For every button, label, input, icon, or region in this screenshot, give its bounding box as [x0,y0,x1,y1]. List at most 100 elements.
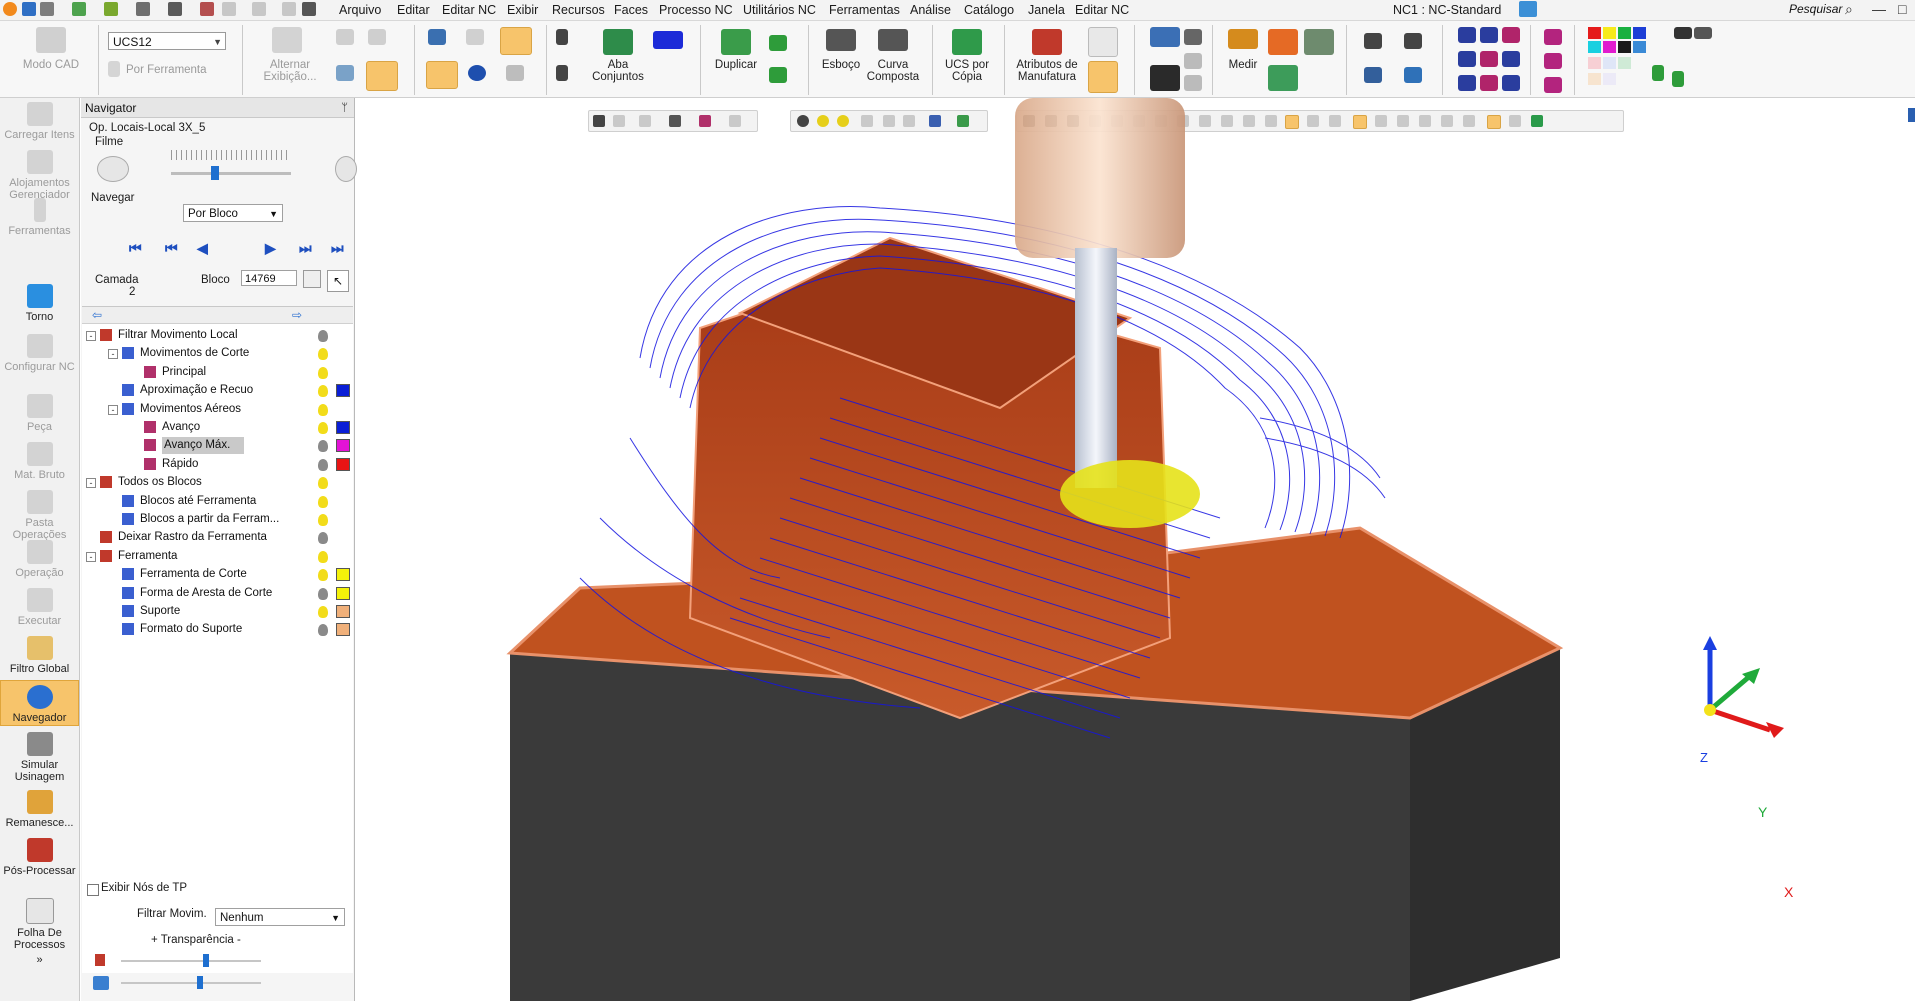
surface-green-2-icon[interactable] [769,67,787,83]
modo-cad-button[interactable]: Modo CAD [18,59,84,71]
tree-row[interactable]: Blocos a partir da Ferram... [82,511,353,528]
bulb-on-icon[interactable] [318,550,328,563]
modo-cad-icon[interactable] [36,27,66,53]
app-icon[interactable] [3,2,17,16]
grid-4-icon[interactable] [1458,51,1476,67]
zoom-2-icon[interactable] [1404,33,1422,49]
menu-analise[interactable]: Análise [910,3,951,17]
pasta-operacoes-button[interactable]: Pasta Operações [0,490,79,541]
zoom-3-icon[interactable] [1364,67,1382,83]
menu-recursos[interactable]: Recursos [552,3,605,17]
navegar-select[interactable]: Por Bloco ▼ [183,204,283,222]
layout-icon[interactable] [302,2,316,16]
grid-3-icon[interactable] [1502,27,1520,43]
last-block-icon[interactable]: ⏭ [331,240,344,257]
paint-icon[interactable] [1672,71,1684,87]
tool-active-icon[interactable] [1088,61,1118,93]
navegador-button[interactable]: Navegador [0,680,79,726]
text-a-icon[interactable] [1150,65,1180,91]
operacao-button[interactable]: Operação [0,540,79,580]
face-2-icon[interactable] [1268,65,1298,91]
graphics-viewport[interactable]: X Y Z [360,98,1915,1001]
tree-row[interactable]: - Movimentos Aéreos [82,401,353,418]
bulb-on-icon[interactable] [318,403,328,416]
bulb-off-icon[interactable] [318,532,328,545]
transparency-slider-2-track[interactable] [121,982,261,984]
film-stop-icon[interactable] [335,156,357,182]
color-swatch[interactable] [336,457,350,471]
ruler-icon[interactable] [1150,27,1180,47]
bulb-on-icon[interactable] [318,422,328,434]
undo-icon[interactable] [222,2,236,16]
maximize-button[interactable]: □ [1898,1,1906,17]
bulb-on-icon[interactable] [318,495,328,508]
minimize-button[interactable]: — [1872,1,1886,17]
menu-editar[interactable]: Editar [397,3,430,17]
menu-arquivo[interactable]: Arquivo [339,3,381,17]
tree-row[interactable]: Forma de Aresta de Corte [82,585,353,602]
executar-button[interactable]: Executar [0,588,79,628]
wave-icon[interactable] [653,31,683,49]
tree-row[interactable]: Blocos até Ferramenta [82,493,353,510]
search-label[interactable]: Pesquisar [1789,2,1842,16]
first-block-icon[interactable]: ⏮ [129,240,142,257]
filtro-global-button[interactable]: Filtro Global [0,636,79,676]
face-icon[interactable] [1304,29,1334,55]
color-swatch[interactable] [336,586,350,600]
grid-9-icon[interactable] [1502,75,1520,91]
menu-exibir[interactable]: Exibir [507,3,538,17]
grid-5-icon[interactable] [1480,51,1498,67]
surface-green-icon[interactable] [769,35,787,51]
menu-editar-nc-2[interactable]: Editar NC [1075,3,1129,17]
transparency-slider-2-thumb[interactable] [197,976,203,989]
exibir-nos-checkbox[interactable] [87,884,99,896]
menu-ferramentas[interactable]: Ferramentas [829,3,900,17]
color-swatch[interactable] [336,623,350,637]
list-icon[interactable] [428,29,446,45]
menu-editar-nc[interactable]: Editar NC [442,3,496,17]
grid-1-icon[interactable] [1458,27,1476,43]
bulb-off-icon[interactable] [318,624,328,637]
duplicar-icon[interactable] [721,29,751,55]
aba-conjuntos-icon[interactable] [603,29,633,55]
redo-icon[interactable] [252,2,266,16]
curva-composta-button[interactable]: Curva Composta [864,59,922,83]
esboco-button[interactable]: Esboço [818,59,864,71]
pin-icon[interactable]: ᛘ [341,98,348,118]
ucs-select[interactable]: UCS12 ▼ [108,32,226,50]
film-speed-slider-thumb[interactable] [211,166,219,180]
color-palette[interactable] [1588,27,1658,89]
save-icon[interactable] [22,2,36,16]
bulb-off-icon[interactable] [318,587,328,600]
menu-janela[interactable]: Janela [1028,3,1065,17]
bulb-off-icon[interactable] [318,458,328,471]
peca-button[interactable]: Peça [0,394,79,434]
menu-catalogo[interactable]: Catálogo [964,3,1014,17]
new-icon[interactable] [40,2,54,16]
menu-faces[interactable]: Faces [614,3,648,17]
color-swatch[interactable] [336,421,350,434]
aba-conjuntos-button[interactable]: Aba Conjuntos [587,59,649,83]
duplicar-button[interactable]: Duplicar [707,59,765,71]
bulb-on-icon[interactable] [318,606,328,618]
alojamentos-gerenciador-button[interactable]: Alojamentos Gerenciador [0,150,79,201]
transparency-slider-1-thumb[interactable] [203,954,209,967]
por-ferramenta-button[interactable]: Por Ferramenta [126,64,207,76]
torno-button[interactable]: Torno [0,284,79,324]
small-tool-2-icon[interactable] [1184,53,1202,69]
grid-2-icon[interactable] [1480,27,1498,43]
mat-bruto-button[interactable]: Mat. Bruto [0,442,79,482]
grid-7-icon[interactable] [1458,75,1476,91]
ucs-por-copia-button[interactable]: UCS por Cópia [938,59,996,83]
line-style-icon[interactable] [1674,27,1692,39]
zoom-4-icon[interactable] [1404,67,1422,83]
tree-row[interactable]: - Filtrar Movimento Local [82,327,353,344]
esboco-icon[interactable] [826,29,856,51]
bloco-input[interactable]: 14769 [241,270,297,286]
play-icon[interactable]: ▶ [265,240,276,257]
small-tool-3-icon[interactable] [1184,75,1202,91]
bulb-off-icon[interactable] [318,440,328,453]
eyedropper-icon[interactable] [1652,65,1664,81]
tool-icon[interactable] [104,2,118,16]
ferramentas-button[interactable]: Ferramentas [0,198,79,238]
